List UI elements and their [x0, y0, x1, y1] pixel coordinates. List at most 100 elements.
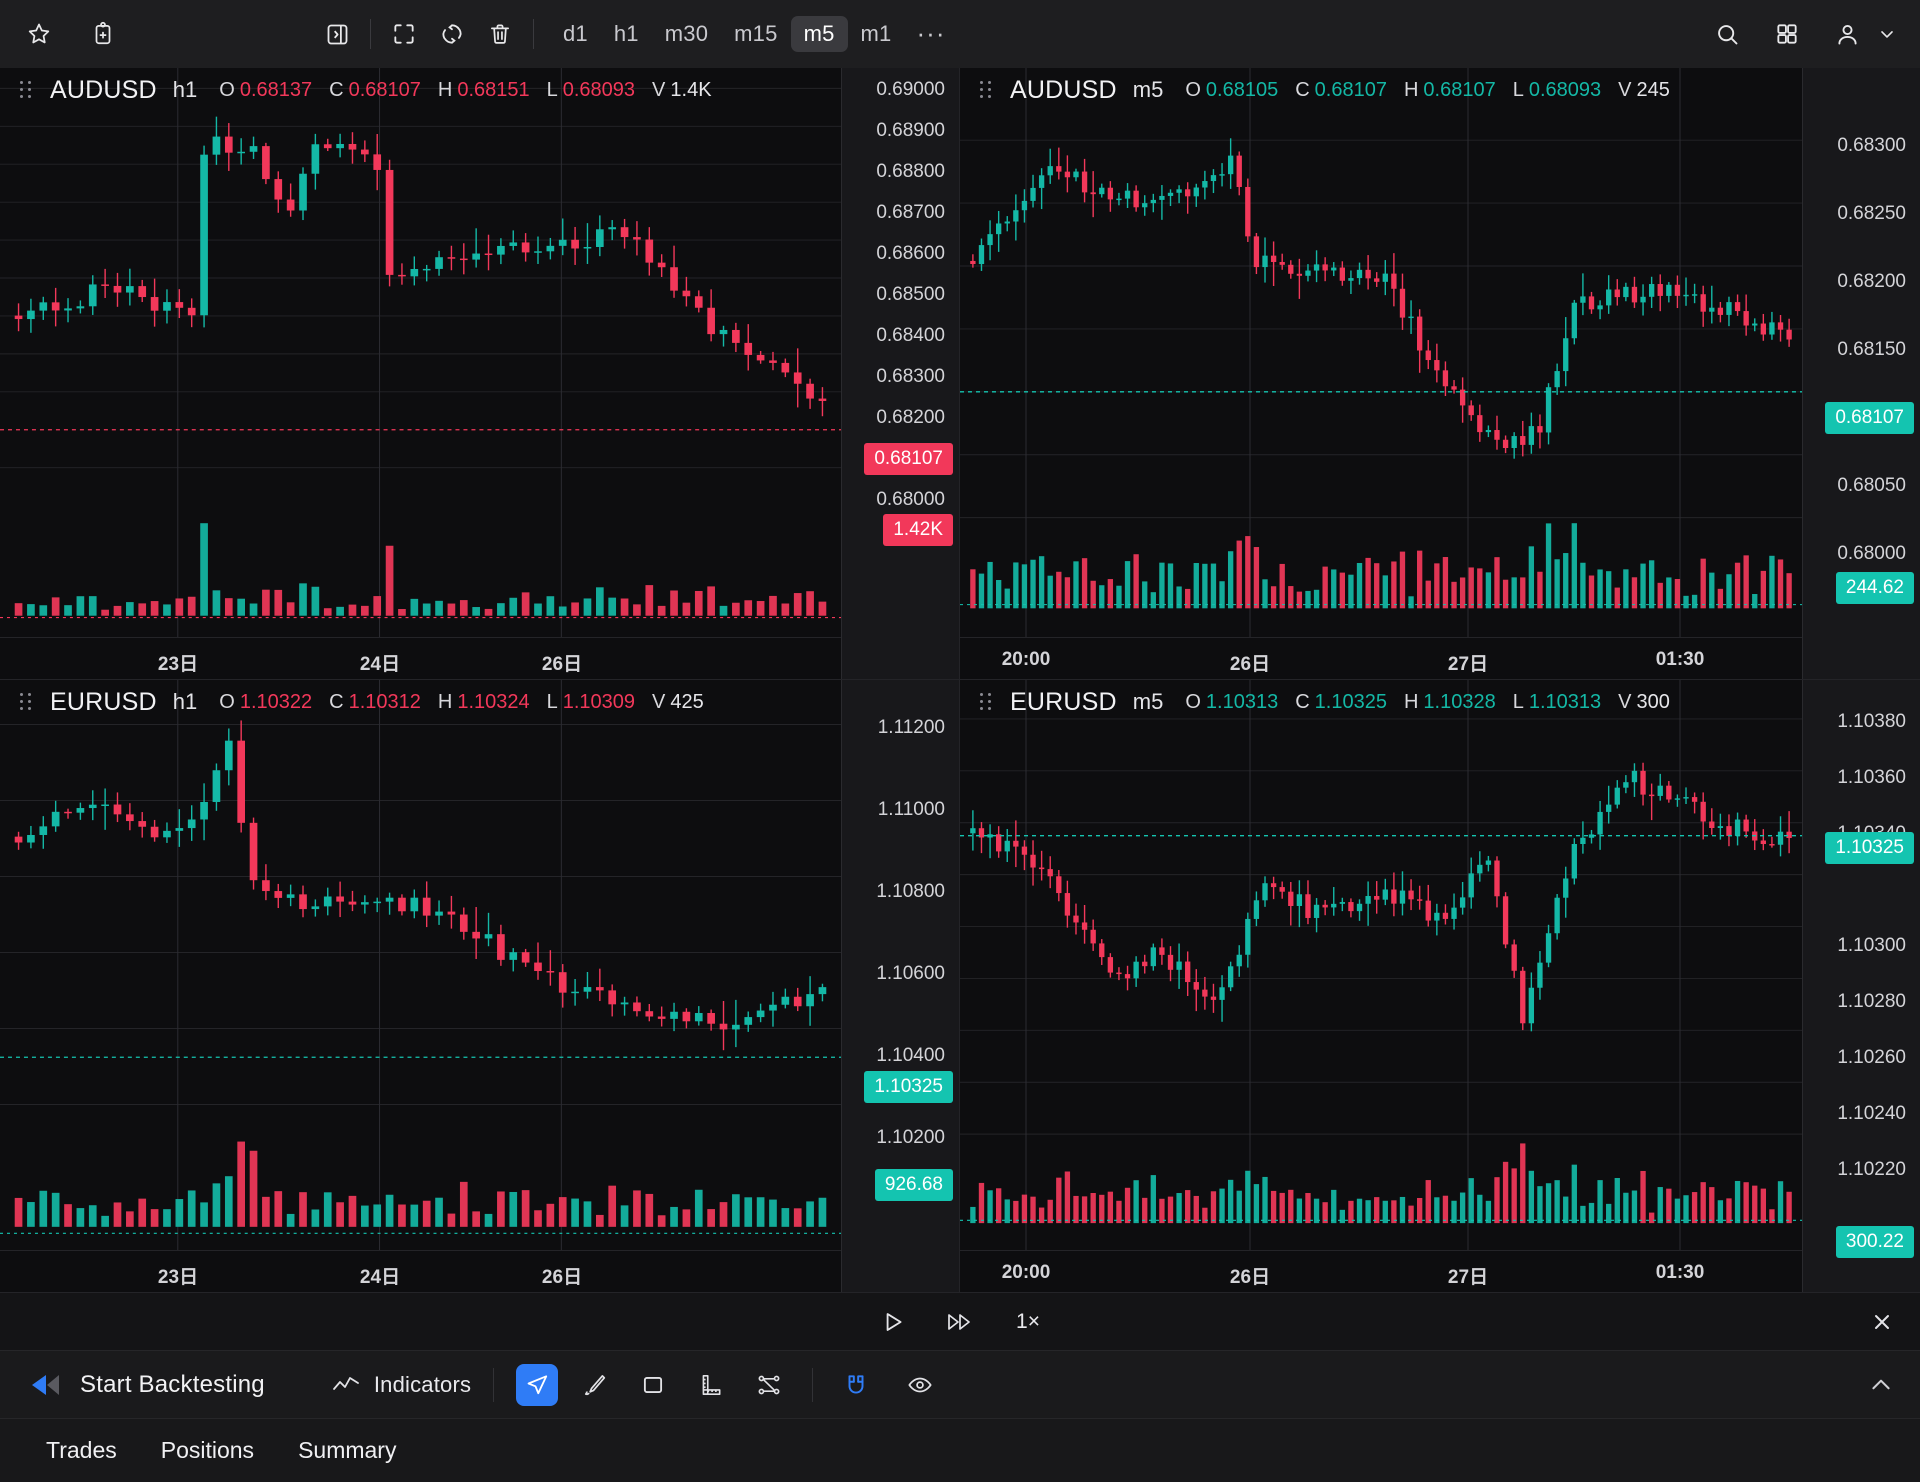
y-tick: 1.11200: [878, 717, 945, 739]
y-tick: 0.68400: [876, 325, 945, 347]
indicators-button[interactable]: Indicators: [332, 1372, 471, 1398]
plot-svg: [960, 680, 1802, 1250]
x-tick: 27日: [1448, 1262, 1488, 1289]
y-tick: 1.10280: [1837, 991, 1906, 1013]
start-backtesting-label: Start Backtesting: [80, 1371, 265, 1399]
timeframe-m30[interactable]: m30: [652, 16, 721, 52]
plot-svg: [0, 680, 841, 1250]
brush-tool[interactable]: [574, 1364, 616, 1406]
time-axis-audusd-h1[interactable]: 23日 24日 26日: [0, 637, 841, 679]
y-tick: 1.10300: [1837, 935, 1906, 957]
x-tick: 23日: [158, 1262, 198, 1289]
price-axis-eurusd-m5[interactable]: 1.10380 1.10360 1.10340 1.10320 1.10300 …: [1802, 680, 1920, 1292]
path-node-tool[interactable]: [748, 1364, 790, 1406]
refresh-icon[interactable]: [435, 17, 469, 51]
chart-pane-audusd-m5[interactable]: AUDUSD m5 O0.68105 C0.68107 H0.68107 L0.…: [960, 68, 1920, 680]
drag-handle-icon[interactable]: [980, 80, 998, 100]
candlestick-plot-audusd-m5[interactable]: [960, 68, 1802, 637]
toolbar-divider-3: [812, 1368, 813, 1402]
x-tick: 20:00: [1002, 649, 1051, 671]
y-tick: 1.10600: [876, 963, 945, 985]
bottom-tabs: Trades Positions Summary: [0, 1418, 1920, 1482]
y-tick: 0.68000: [876, 489, 945, 511]
candlestick-plot-eurusd-m5[interactable]: [960, 680, 1802, 1250]
y-tick: 1.10200: [876, 1127, 945, 1149]
y-tick: 1.10260: [1837, 1047, 1906, 1069]
y-tick: 0.68700: [876, 202, 945, 224]
layout-grid-icon[interactable]: [1770, 17, 1804, 51]
x-tick: 20:00: [1002, 1262, 1051, 1284]
current-price-badge: 1.10325: [1825, 832, 1914, 864]
start-backtesting-button[interactable]: Start Backtesting: [26, 1370, 265, 1400]
measure-ruler-tool[interactable]: [690, 1364, 732, 1406]
playback-bar: 1×: [0, 1292, 1920, 1350]
top-toolbar: d1 h1 m30 m15 m5 m1 ···: [0, 0, 1920, 68]
candlestick-plot-audusd-h1[interactable]: [0, 68, 841, 637]
play-button[interactable]: [880, 1309, 906, 1335]
user-account-icon[interactable]: [1830, 17, 1864, 51]
rewind-icon: [26, 1370, 66, 1400]
y-tick: 1.10800: [876, 881, 945, 903]
chevron-down-icon[interactable]: [1876, 17, 1898, 51]
chevron-up-icon[interactable]: [1868, 1372, 1894, 1398]
price-axis-audusd-h1[interactable]: 0.69000 0.68900 0.68800 0.68700 0.68600 …: [841, 68, 959, 679]
time-axis-eurusd-h1[interactable]: 23日 24日 26日: [0, 1250, 841, 1292]
drag-handle-icon[interactable]: [20, 80, 38, 100]
account-menu[interactable]: [1830, 17, 1898, 51]
volume-badge: 926.68: [875, 1169, 953, 1201]
clipboard-add-icon[interactable]: [86, 17, 120, 51]
y-tick: 1.11000: [878, 799, 945, 821]
x-tick: 26日: [542, 1262, 582, 1289]
toolbar-right-group: [1710, 17, 1898, 51]
more-timeframes-button[interactable]: ···: [905, 26, 958, 42]
visibility-eye-icon[interactable]: [899, 1364, 941, 1406]
x-tick: 24日: [360, 649, 400, 676]
tab-trades[interactable]: Trades: [24, 1439, 139, 1462]
favorite-star-icon[interactable]: [22, 17, 56, 51]
toolbar-divider: [370, 19, 371, 49]
bottom-toolbar: Start Backtesting Indicators: [0, 1350, 1920, 1418]
toolbar-divider-2: [493, 1368, 494, 1402]
chart-pane-eurusd-h1[interactable]: EURUSD h1 O1.10322 C1.10312 H1.10324 L1.…: [0, 680, 960, 1292]
fullscreen-icon[interactable]: [387, 17, 421, 51]
chart-pane-audusd-h1[interactable]: AUDUSD h1 O0.68137 C0.68107 H0.68151 L0.…: [0, 68, 960, 680]
search-icon[interactable]: [1710, 17, 1744, 51]
price-axis-eurusd-h1[interactable]: 1.11200 1.11000 1.10800 1.10600 1.10400 …: [841, 680, 959, 1292]
toolbar-left-group: [22, 17, 120, 51]
timeframe-m1[interactable]: m1: [848, 16, 905, 52]
drag-handle-icon[interactable]: [980, 692, 998, 712]
fast-forward-button[interactable]: [946, 1309, 976, 1335]
volume-badge: 300.22: [1836, 1226, 1914, 1258]
snap-group: [835, 1364, 941, 1406]
trading-app: d1 h1 m30 m15 m5 m1 ···: [0, 0, 1920, 1482]
time-axis-audusd-m5[interactable]: 20:00 26日 27日 01:30: [960, 637, 1802, 679]
timeframe-m15[interactable]: m15: [721, 16, 790, 52]
toolbar-center-group: d1 h1 m30 m15 m5 m1 ···: [320, 16, 957, 52]
playback-speed-button[interactable]: 1×: [1016, 1310, 1040, 1334]
cursor-tool[interactable]: [516, 1364, 558, 1406]
price-axis-audusd-m5[interactable]: 0.68300 0.68250 0.68200 0.68150 0.68100 …: [1802, 68, 1920, 679]
timeframe-m5[interactable]: m5: [791, 16, 848, 52]
x-tick: 01:30: [1656, 1262, 1705, 1284]
volume-badge: 1.42K: [883, 514, 953, 546]
x-tick: 23日: [158, 649, 198, 676]
y-tick: 0.68200: [876, 407, 945, 429]
tab-summary[interactable]: Summary: [276, 1439, 418, 1462]
current-price-badge: 0.68107: [1825, 402, 1914, 434]
trash-icon[interactable]: [483, 17, 517, 51]
candlestick-plot-eurusd-h1[interactable]: [0, 680, 841, 1250]
magnet-icon[interactable]: [835, 1364, 877, 1406]
close-icon[interactable]: [1870, 1310, 1894, 1334]
drag-handle-icon[interactable]: [20, 692, 38, 712]
y-tick: 0.68300: [1837, 135, 1906, 157]
time-axis-eurusd-m5[interactable]: 20:00 26日 27日 01:30: [960, 1250, 1802, 1292]
timeframe-h1[interactable]: h1: [601, 16, 652, 52]
rectangle-tool[interactable]: [632, 1364, 674, 1406]
volume-badge: 244.62: [1836, 572, 1914, 604]
y-tick: 0.69000: [876, 79, 945, 101]
panel-collapse-icon[interactable]: [320, 17, 354, 51]
y-tick: 1.10360: [1837, 767, 1906, 789]
tab-positions[interactable]: Positions: [139, 1439, 276, 1462]
timeframe-d1[interactable]: d1: [550, 16, 601, 52]
chart-pane-eurusd-m5[interactable]: EURUSD m5 O1.10313 C1.10325 H1.10328 L1.…: [960, 680, 1920, 1292]
